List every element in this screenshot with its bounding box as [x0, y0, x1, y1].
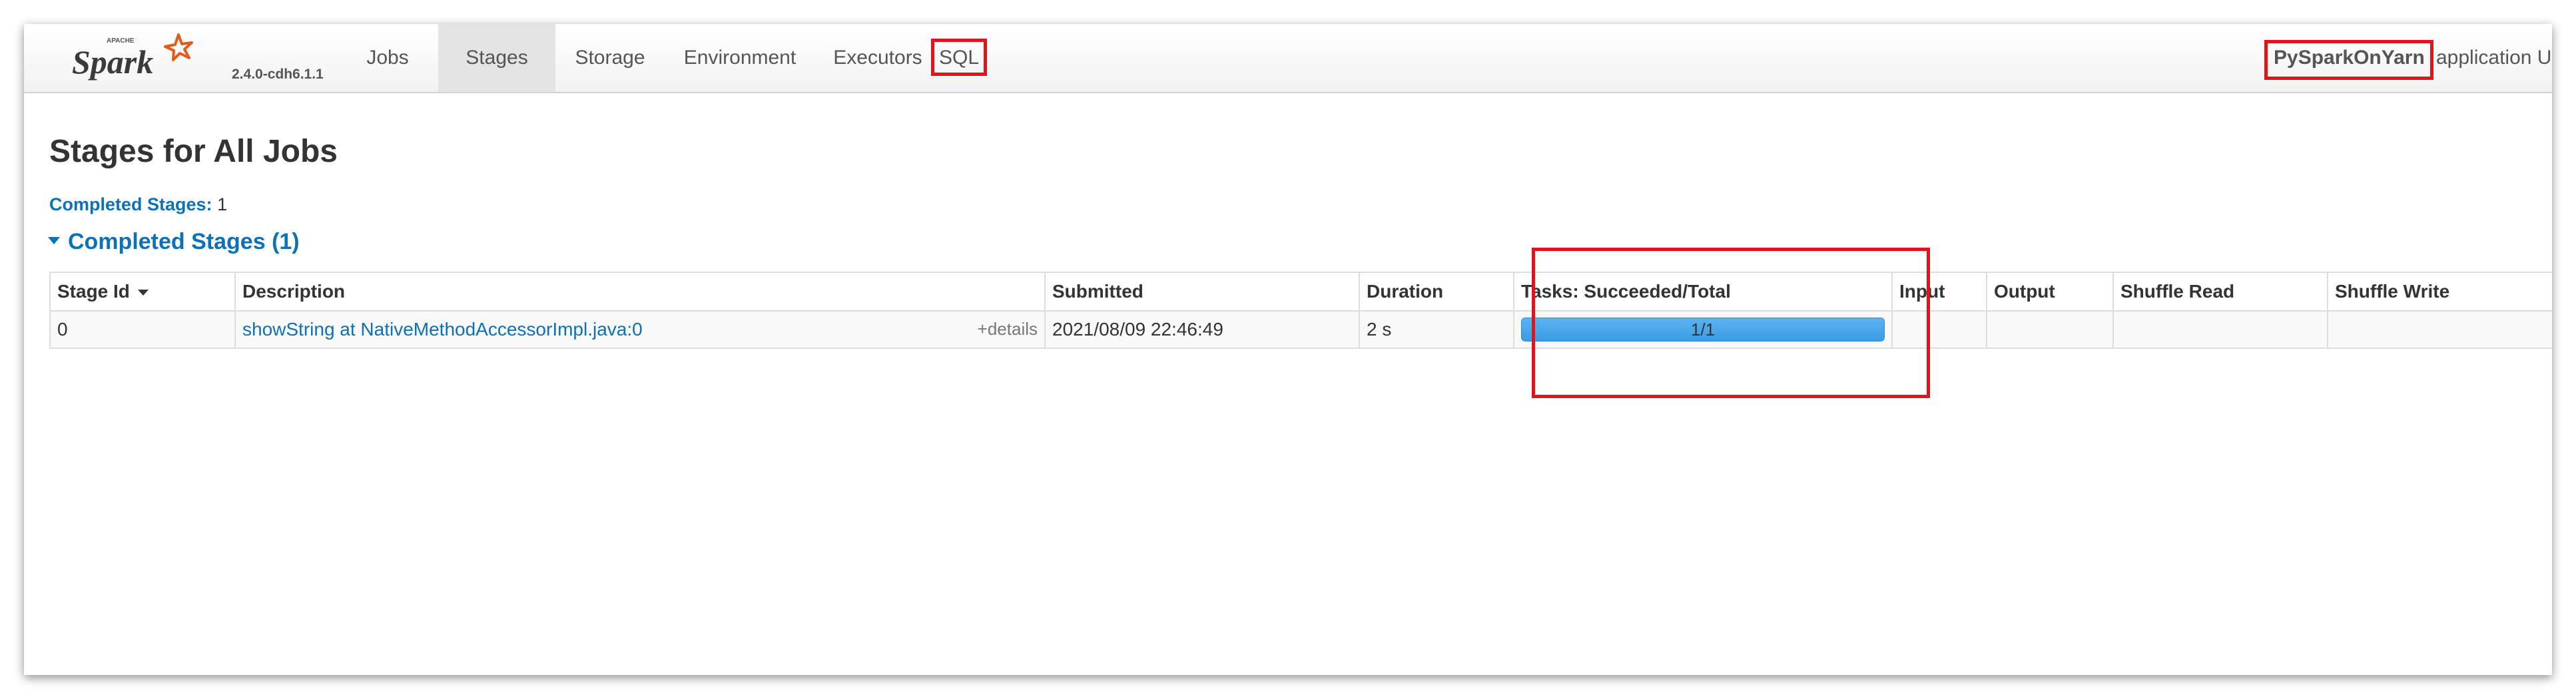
completed-stages-link[interactable]: Completed Stages: — [49, 194, 212, 214]
navbar: APACHE Spark 2.4.0-cdh6.1.1 Jobs Stages … — [24, 24, 2552, 93]
stage-description-link[interactable]: showString at NativeMethodAccessorImpl.j… — [242, 319, 643, 340]
cell-submitted: 2021/08/09 22:46:49 — [1044, 310, 1360, 349]
completed-stages-toggle[interactable]: Completed Stages (1) — [48, 229, 300, 255]
table-header-row: Stage Id Description Submitted Duration … — [49, 272, 2552, 312]
tab-environment[interactable]: Environment — [657, 24, 823, 92]
header-duration[interactable]: Duration — [1359, 272, 1514, 312]
sort-desc-icon — [137, 290, 149, 296]
spark-star-icon — [164, 33, 193, 61]
stages-summary: Completed Stages: 1 — [49, 194, 227, 215]
browser-window: APACHE Spark 2.4.0-cdh6.1.1 Jobs Stages … — [24, 24, 2552, 675]
spark-logo-icon: APACHE Spark — [72, 33, 193, 81]
header-shuffle-write[interactable]: Shuffle Write — [2327, 272, 2552, 312]
page-title: Stages for All Jobs — [49, 134, 338, 169]
header-output[interactable]: Output — [1986, 272, 2114, 312]
tab-stages[interactable]: Stages — [438, 24, 555, 92]
sql-highlight-box — [931, 39, 987, 76]
header-stage-id[interactable]: Stage Id — [49, 272, 236, 312]
spark-version: 2.4.0-cdh6.1.1 — [232, 67, 324, 82]
cell-duration: 2 s — [1359, 310, 1514, 349]
logo-spark-text: Spark — [72, 43, 153, 81]
tab-jobs[interactable]: Jobs — [360, 24, 416, 92]
caret-down-icon — [48, 236, 60, 244]
completed-stages-table: Stage Id Description Submitted Duration … — [49, 272, 2552, 349]
app-title-suffix: application UI — [2436, 47, 2552, 69]
cell-shuffle-write — [2327, 310, 2552, 349]
cell-shuffle-read — [2112, 310, 2328, 349]
spark-logo[interactable]: APACHE Spark 2.4.0-cdh6.1.1 — [72, 28, 324, 88]
header-submitted[interactable]: Submitted — [1044, 272, 1360, 312]
cell-output — [1986, 310, 2114, 349]
cell-description: showString at NativeMethodAccessorImpl.j… — [234, 310, 1046, 349]
tab-executors[interactable]: Executors — [807, 24, 948, 92]
tab-storage[interactable]: Storage — [569, 24, 651, 92]
header-shuffle-read[interactable]: Shuffle Read — [2112, 272, 2328, 312]
header-description[interactable]: Description — [234, 272, 1046, 312]
table-row: 0 showString at NativeMethodAccessorImpl… — [49, 310, 2552, 349]
details-toggle[interactable]: +details — [978, 319, 1038, 340]
tasks-highlight-box — [1532, 248, 1930, 398]
cell-stage-id: 0 — [49, 310, 236, 349]
section-title: Completed Stages (1) — [68, 229, 300, 254]
app-name-highlight-box — [2264, 40, 2433, 80]
completed-stages-count: 1 — [217, 194, 228, 214]
